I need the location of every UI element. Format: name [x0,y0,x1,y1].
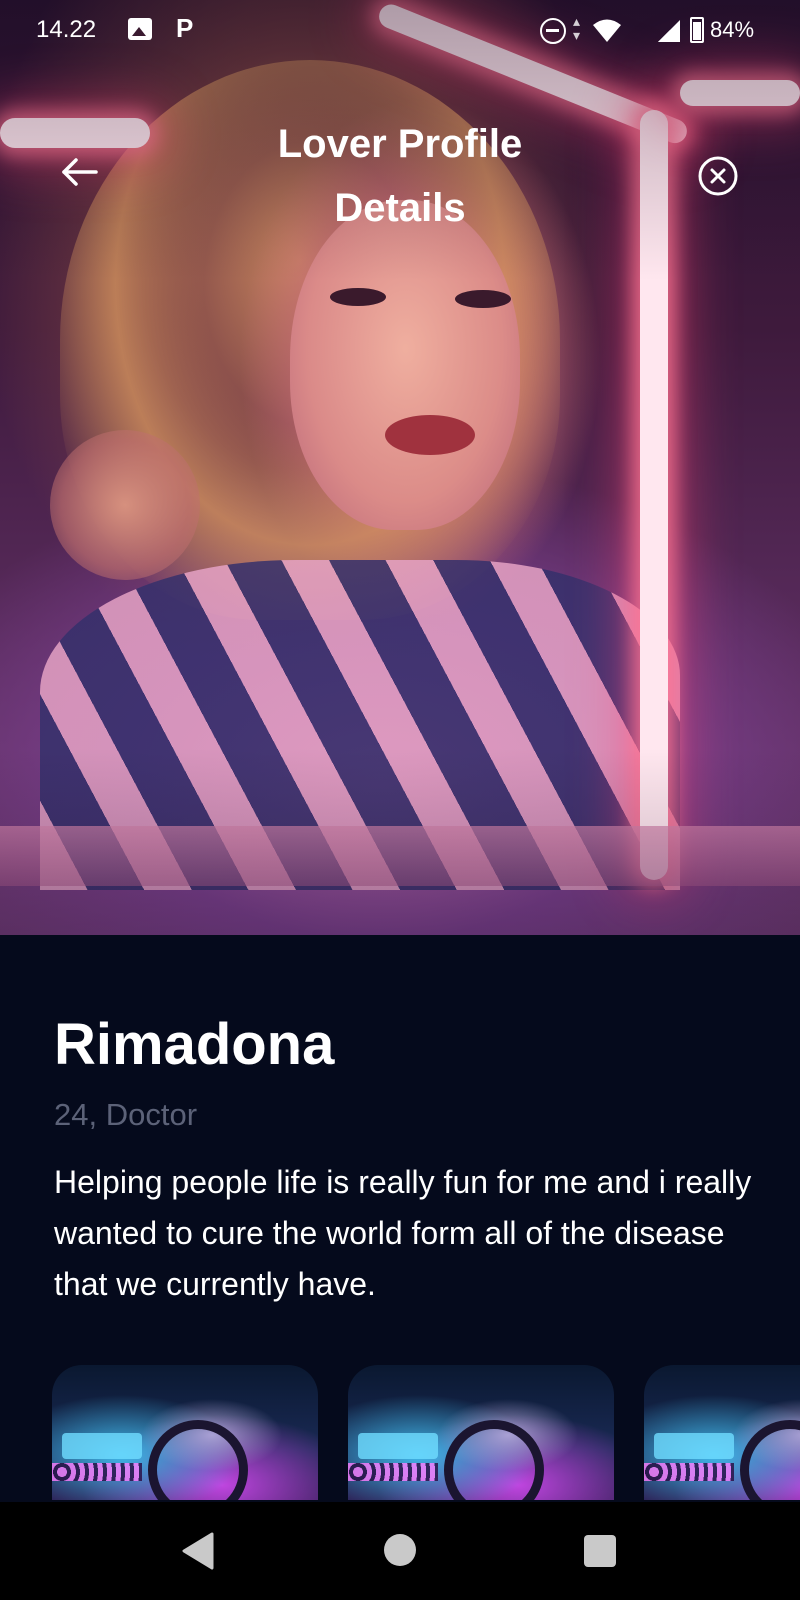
steering-wheel [740,1420,800,1500]
car-interior-image [358,1433,438,1459]
status-bar: 14.22 P ▴ ▾ 84% [0,0,800,62]
profile-bio: Helping people life is really fun for me… [54,1164,752,1302]
nav-recents-icon[interactable] [584,1535,616,1567]
dnd-icon [540,18,566,44]
steering-wheel [444,1420,544,1500]
gallery-item[interactable] [52,1365,318,1500]
nav-back-icon[interactable] [180,1532,216,1570]
car-vents [52,1463,142,1481]
battery-percent: 84% [710,17,755,42]
navigation-bar [0,1502,800,1600]
steering-wheel [148,1420,248,1500]
car-interior-image [654,1433,734,1459]
car-interior-image [62,1433,142,1459]
profile-name: Rimadona [54,1012,335,1077]
data-arrows-icon: ▴ ▾ [573,13,581,43]
photo-gallery[interactable] [52,1365,800,1500]
nav-home-icon[interactable] [384,1534,416,1566]
profile-age-occupation: 24, Doctor [54,1097,198,1132]
car-vents [348,1463,438,1481]
profile-details: Rimadona 24, Doctor Helping people life … [0,935,800,1500]
page-title: Lover Profile Details [277,122,523,230]
close-circle-icon [698,156,738,196]
close-button[interactable] [696,154,740,198]
p-icon: P [176,13,194,43]
gallery-icon [128,18,152,40]
screen: 14.22 P ▴ ▾ 84% Lover Profile Details Rim… [0,0,800,1600]
gallery-item[interactable] [644,1365,800,1500]
car-vents [644,1463,734,1481]
status-time: 14.22 [36,16,97,43]
signal-icon [658,20,680,42]
arrow-left-icon [62,158,98,186]
wifi-icon [593,19,621,42]
battery-icon [690,17,704,43]
back-button[interactable] [56,148,104,196]
gallery-item[interactable] [348,1365,614,1500]
